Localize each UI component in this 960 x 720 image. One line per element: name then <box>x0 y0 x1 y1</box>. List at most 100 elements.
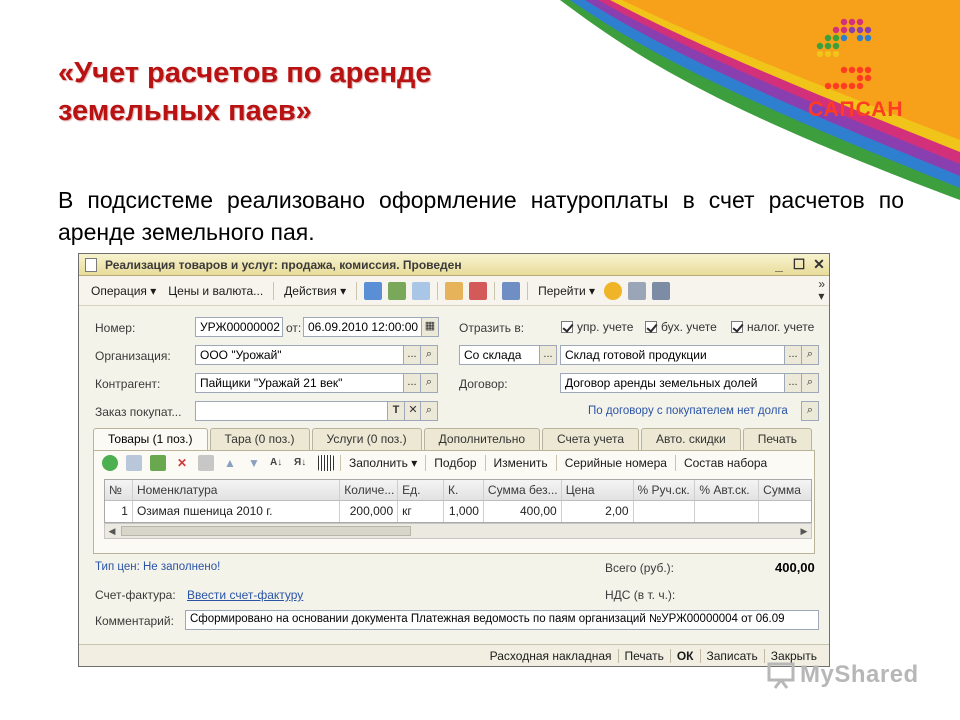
checkbox-bookkeeping[interactable]: бух. учете <box>645 320 717 334</box>
tab-services[interactable]: Услуги (0 поз.) <box>311 428 422 450</box>
structure-icon[interactable] <box>445 281 464 300</box>
column-header-nomenclature[interactable]: Номенклатура <box>133 480 341 500</box>
column-header-sum-without[interactable]: Сумма без... <box>484 480 562 500</box>
search-icon[interactable]: ⌕ <box>801 345 819 365</box>
search-icon[interactable]: ⌕ <box>801 373 819 393</box>
warehouse-field[interactable]: Склад готовой продукции <box>560 345 786 365</box>
cell-nomenclature[interactable]: Озимая пшеница 2010 г. <box>133 501 341 522</box>
date-from-label: от: <box>286 321 302 335</box>
cell-number[interactable]: 1 <box>105 501 133 522</box>
move-up-icon[interactable]: ▲ <box>222 455 238 471</box>
settings-list-icon[interactable] <box>652 281 671 300</box>
minimize-button[interactable]: _ <box>769 257 789 273</box>
scroll-left-icon[interactable]: ◀ <box>105 524 119 538</box>
set-composition-button[interactable]: Состав набора <box>678 456 773 470</box>
checkbox-management-accounting[interactable]: упр. учете <box>561 320 633 334</box>
save-button[interactable]: Записать <box>701 649 764 663</box>
operation-menu[interactable]: Операция ▾ <box>85 284 162 298</box>
tab-print[interactable]: Печать <box>742 428 813 450</box>
table-header-row: № Номенклатура Количе... Ед. К. Сумма бе… <box>105 480 811 501</box>
column-header-auto-discount[interactable]: % Авт.ск. <box>695 480 760 500</box>
print-button[interactable]: Печать <box>619 649 670 663</box>
search-icon[interactable]: ⌕ <box>801 401 819 421</box>
contract-field[interactable]: Договор аренды земельных долей <box>560 373 786 393</box>
cell-coefficient[interactable]: 1,000 <box>444 501 484 522</box>
column-header-sum[interactable]: Сумма <box>759 480 811 500</box>
cell-quantity[interactable]: 200,000 <box>340 501 399 522</box>
help-icon[interactable] <box>604 281 623 300</box>
ellipsis-select-button[interactable]: ... <box>784 373 802 393</box>
copy-row-icon[interactable] <box>126 455 142 471</box>
type-select-icon[interactable]: T <box>387 401 405 421</box>
cell-price[interactable]: 2,00 <box>562 501 634 522</box>
number-field[interactable]: УРЖ00000002 <box>195 317 283 337</box>
invoice-label: Счет-фактура: <box>95 588 176 602</box>
column-header-coefficient[interactable]: К. <box>444 480 484 500</box>
checkbox-tax-accounting[interactable]: налог. учете <box>731 320 814 334</box>
ellipsis-select-button[interactable]: ... <box>539 345 557 365</box>
ellipsis-select-button[interactable]: ... <box>403 345 421 365</box>
enter-invoice-link[interactable]: Ввести счет-фактуру <box>187 588 303 602</box>
cell-auto-discount[interactable] <box>695 501 760 522</box>
tab-auto-discounts[interactable]: Авто. скидки <box>641 428 741 450</box>
move-down-icon[interactable]: ▼ <box>246 455 262 471</box>
tab-containers[interactable]: Тара (0 поз.) <box>209 428 310 450</box>
add-row-icon[interactable] <box>102 455 118 471</box>
post-and-close-icon[interactable] <box>364 281 383 300</box>
sort-desc-icon[interactable]: Я↓ <box>294 455 310 471</box>
barcode-icon[interactable] <box>318 455 334 471</box>
search-icon[interactable]: ⌕ <box>420 345 438 365</box>
organization-field[interactable]: ООО "Урожай" <box>195 345 405 365</box>
serial-numbers-button[interactable]: Серийные номера <box>559 456 673 470</box>
ok-button[interactable]: ОК <box>671 649 700 663</box>
end-edit-icon[interactable] <box>198 455 214 471</box>
comment-field[interactable]: Сформировано на основании документа Плат… <box>185 610 819 630</box>
stock-mode-field[interactable]: Со склада <box>459 345 541 365</box>
maximize-button[interactable]: ☐ <box>789 256 809 273</box>
column-header-unit[interactable]: Ед. <box>398 480 445 500</box>
change-button[interactable]: Изменить <box>488 456 554 470</box>
sort-asc-icon[interactable]: А↓ <box>270 455 286 471</box>
horizontal-scrollbar[interactable]: ◀ ▶ <box>104 523 812 539</box>
based-on-icon[interactable] <box>502 281 521 300</box>
tab-accounts[interactable]: Счета учета <box>542 428 640 450</box>
table-row[interactable]: 1 Озимая пшеница 2010 г. 200,000 кг 1,00… <box>105 501 811 522</box>
price-type-link[interactable]: Тип цен: Не заполнено! <box>95 561 220 573</box>
search-icon[interactable]: ⌕ <box>420 373 438 393</box>
contract-debt-note[interactable]: По договору с покупателем нет долга <box>588 405 788 417</box>
pick-button[interactable]: Подбор <box>428 456 482 470</box>
scroll-right-icon[interactable]: ▶ <box>797 524 811 538</box>
customer-order-field[interactable] <box>195 401 389 421</box>
delete-row-icon[interactable]: ✕ <box>174 455 190 471</box>
cell-sum[interactable] <box>759 501 811 522</box>
scrollbar-thumb[interactable] <box>121 526 411 536</box>
column-header-number[interactable]: № <box>105 480 133 500</box>
calendar-icon[interactable]: ▦ <box>421 317 439 337</box>
waybill-print-button[interactable]: Расходная накладная <box>484 649 618 663</box>
search-icon[interactable]: ⌕ <box>420 401 438 421</box>
window-titlebar[interactable]: Реализация товаров и услуг: продажа, ком… <box>79 254 829 276</box>
date-field[interactable]: 06.09.2010 12:00:00 <box>303 317 423 337</box>
tab-additional[interactable]: Дополнительно <box>423 428 541 450</box>
edit-row-icon[interactable] <box>150 455 166 471</box>
column-header-price[interactable]: Цена <box>562 480 634 500</box>
movements-icon[interactable] <box>469 281 488 300</box>
contragent-field[interactable]: Пайщики "Уражай 21 век" <box>195 373 405 393</box>
cell-sum-without[interactable]: 400,00 <box>484 501 562 522</box>
toolbar-overflow-button[interactable]: » ▾ <box>818 278 825 302</box>
actions-menu[interactable]: Действия ▾ <box>278 284 352 298</box>
prices-currency-button[interactable]: Цены и валюта... <box>162 284 269 298</box>
tab-goods[interactable]: Товары (1 поз.) <box>93 428 208 451</box>
column-header-manual-discount[interactable]: % Руч.ск. <box>634 480 696 500</box>
cell-unit[interactable]: кг <box>398 501 445 522</box>
cell-manual-discount[interactable] <box>634 501 696 522</box>
ellipsis-select-button[interactable]: ... <box>403 373 421 393</box>
list-icon[interactable] <box>628 281 647 300</box>
ellipsis-select-button[interactable]: ... <box>784 345 802 365</box>
refresh-icon[interactable] <box>412 281 431 300</box>
goto-menu[interactable]: Перейти ▾ <box>532 284 601 298</box>
fill-menu[interactable]: Заполнить ▾ <box>343 456 423 470</box>
close-button[interactable]: ✕ <box>809 256 829 273</box>
post-icon[interactable] <box>388 281 407 300</box>
column-header-quantity[interactable]: Количе... <box>340 480 399 500</box>
